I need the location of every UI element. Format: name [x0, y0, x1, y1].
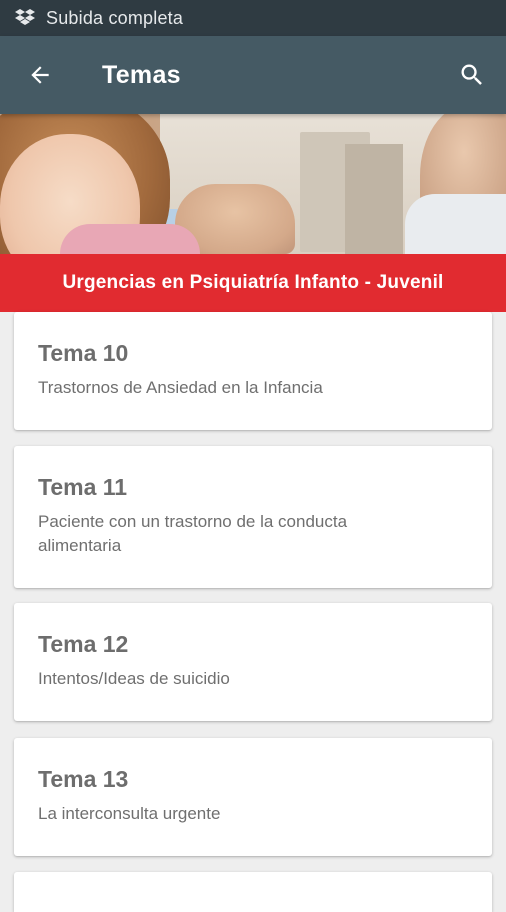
page-title: Temas	[102, 60, 181, 89]
topic-title: Tema 10	[38, 340, 129, 366]
topic-subtitle: La interconsulta urgente	[38, 804, 221, 823]
topic-title: Tema 13	[38, 766, 129, 792]
dropbox-icon	[14, 7, 36, 29]
topic-subtitle: Intentos/Ideas de suicidio	[38, 669, 230, 688]
course-banner: Urgencias en Psiquiatría Infanto - Juven…	[0, 254, 506, 312]
status-text: Subida completa	[46, 7, 184, 28]
topic-card[interactable]: Tema 11 Paciente con un trastorno de la …	[14, 446, 492, 588]
app-bar: Temas	[0, 36, 506, 114]
topic-card[interactable]: Tema 12 Intentos/Ideas de suicidio	[14, 603, 492, 721]
topic-card[interactable]: Tema 10 Trastornos de Ansiedad en la Inf…	[14, 312, 492, 430]
header-image	[0, 114, 506, 254]
topic-title: Tema 11	[38, 474, 128, 500]
topic-subtitle: Trastornos de Ansiedad en la Infancia	[38, 378, 323, 397]
topic-subtitle: Paciente con un trastorno de la conducta…	[38, 512, 348, 555]
search-icon[interactable]	[452, 55, 492, 95]
arrow-back-icon[interactable]	[20, 55, 60, 95]
topic-title: Tema 12	[38, 631, 129, 657]
topic-card[interactable]: Tema 13 La interconsulta urgente	[14, 738, 492, 856]
status-bar: Subida completa	[0, 0, 506, 36]
course-title: Urgencias en Psiquiatría Infanto - Juven…	[62, 272, 444, 293]
topic-card[interactable]	[14, 872, 492, 912]
